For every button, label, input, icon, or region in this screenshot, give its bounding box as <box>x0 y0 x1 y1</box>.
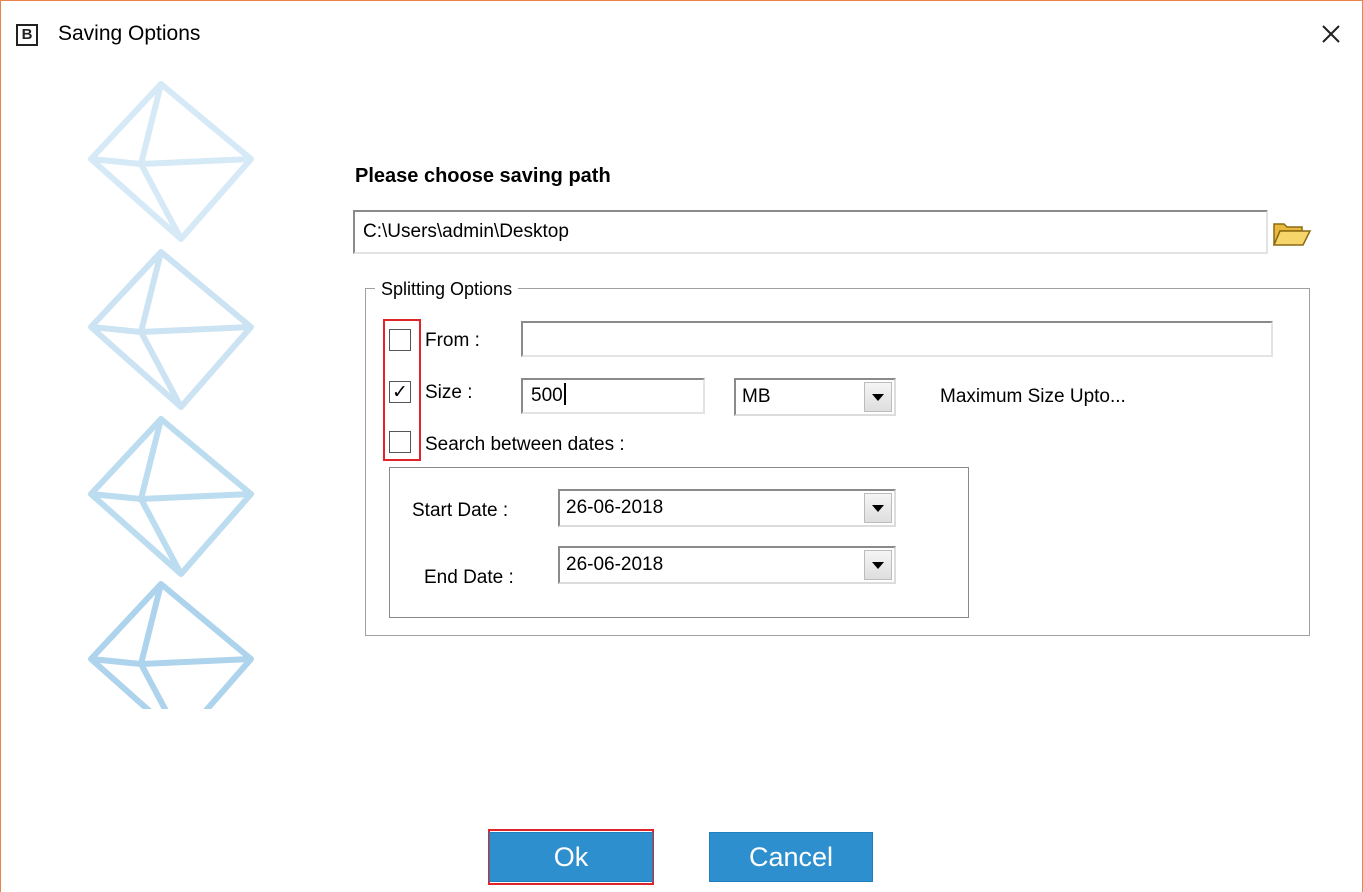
envelope-icon <box>88 249 254 410</box>
end-date-label: End Date : <box>424 567 514 588</box>
chevron-down-icon[interactable] <box>864 493 892 523</box>
checkmark-icon: ✓ <box>392 381 408 403</box>
app-logo-icon: B <box>16 24 38 46</box>
search-dates-label: Search between dates : <box>425 434 625 455</box>
browse-folder-button[interactable] <box>1272 220 1312 248</box>
window-title: Saving Options <box>58 22 201 45</box>
from-field[interactable] <box>521 321 1273 357</box>
saving-path-heading: Please choose saving path <box>355 165 611 187</box>
cancel-button[interactable]: Cancel <box>709 832 873 882</box>
search-dates-checkbox[interactable] <box>389 431 411 453</box>
saving-options-dialog: B Saving Options Please choose saving pa… <box>0 0 1363 892</box>
envelope-decoration <box>81 79 261 709</box>
envelope-icon <box>88 581 254 709</box>
size-unit-dropdown[interactable]: MB <box>734 378 896 416</box>
close-icon <box>1322 25 1340 43</box>
size-unit-value: MB <box>742 386 771 407</box>
end-date-value: 26-06-2018 <box>566 554 664 575</box>
close-button[interactable] <box>1314 17 1348 51</box>
end-date-picker[interactable]: 26-06-2018 <box>558 546 896 584</box>
start-date-label: Start Date : <box>412 500 509 521</box>
size-input[interactable]: 500 <box>521 378 705 414</box>
max-size-hint: Maximum Size Upto... <box>940 386 1126 407</box>
size-checkbox[interactable]: ✓ <box>389 381 411 403</box>
chevron-down-icon[interactable] <box>864 550 892 580</box>
envelope-icon <box>88 416 254 577</box>
envelope-icon <box>88 81 254 242</box>
start-date-picker[interactable]: 26-06-2018 <box>558 489 896 527</box>
from-checkbox[interactable] <box>389 329 411 351</box>
splitting-options-legend: Splitting Options <box>375 278 519 300</box>
chevron-down-icon[interactable] <box>864 382 892 412</box>
size-label: Size : <box>425 382 473 403</box>
folder-open-icon <box>1272 223 1312 246</box>
ok-button[interactable]: Ok <box>489 832 653 882</box>
from-label: From : <box>425 330 480 351</box>
size-value: 500 <box>531 385 563 406</box>
saving-path-input[interactable] <box>353 210 1268 254</box>
start-date-value: 26-06-2018 <box>566 497 664 518</box>
title-bar: B Saving Options <box>1 1 1362 65</box>
text-caret <box>563 383 566 406</box>
